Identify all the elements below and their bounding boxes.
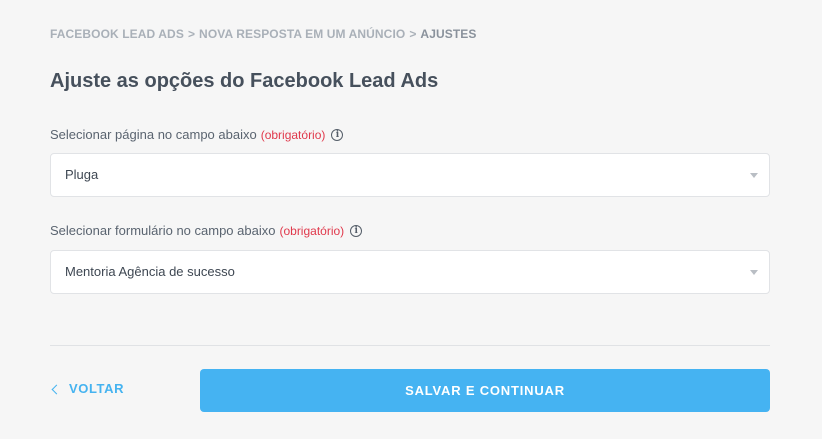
page-select-label: Selecionar página no campo abaixo (obrig… xyxy=(50,127,344,142)
info-icon[interactable]: i xyxy=(350,224,363,237)
breadcrumb: FACEBOOK LEAD ADS > NOVA RESPOSTA EM UM AN… xyxy=(50,27,476,41)
required-indicator: (obrigatório) xyxy=(260,127,326,142)
breadcrumb-separator: > xyxy=(187,27,196,41)
back-button[interactable]: VOLTAR xyxy=(51,381,125,396)
save-and-continue-button[interactable]: SALVAR E CONTINUAR xyxy=(200,369,770,412)
chevron-down-icon xyxy=(750,270,758,275)
required-indicator: (obrigatório) xyxy=(279,223,345,238)
info-icon[interactable]: i xyxy=(331,128,344,141)
page-title: Ajuste as opções do Facebook Lead Ads xyxy=(50,70,439,92)
form-select[interactable]: Mentoria Agência de sucesso xyxy=(50,250,770,294)
chevron-down-icon xyxy=(750,173,758,178)
breadcrumb-separator: > xyxy=(409,27,417,41)
breadcrumb-item-ajustes: AJUSTES xyxy=(420,27,477,41)
page-select-value: Pluga xyxy=(65,167,99,182)
page-select[interactable]: Pluga xyxy=(50,153,770,197)
form-select-value: Mentoria Agência de sucesso xyxy=(65,264,235,279)
back-button-label: VOLTAR xyxy=(69,381,125,396)
divider xyxy=(50,345,770,346)
breadcrumb-item-facebook-lead-ads[interactable]: FACEBOOK LEAD ADS xyxy=(50,27,184,41)
page-select-label-text: Selecionar página no campo abaixo xyxy=(50,127,257,142)
form-select-label-text: Selecionar formulário no campo abaixo xyxy=(50,223,276,238)
form-select-label: Selecionar formulário no campo abaixo (o… xyxy=(50,223,363,238)
chevron-left-icon xyxy=(51,384,62,394)
breadcrumb-item-nova-resposta[interactable]: NOVA RESPOSTA EM UM ANÚNCIO xyxy=(199,27,405,41)
